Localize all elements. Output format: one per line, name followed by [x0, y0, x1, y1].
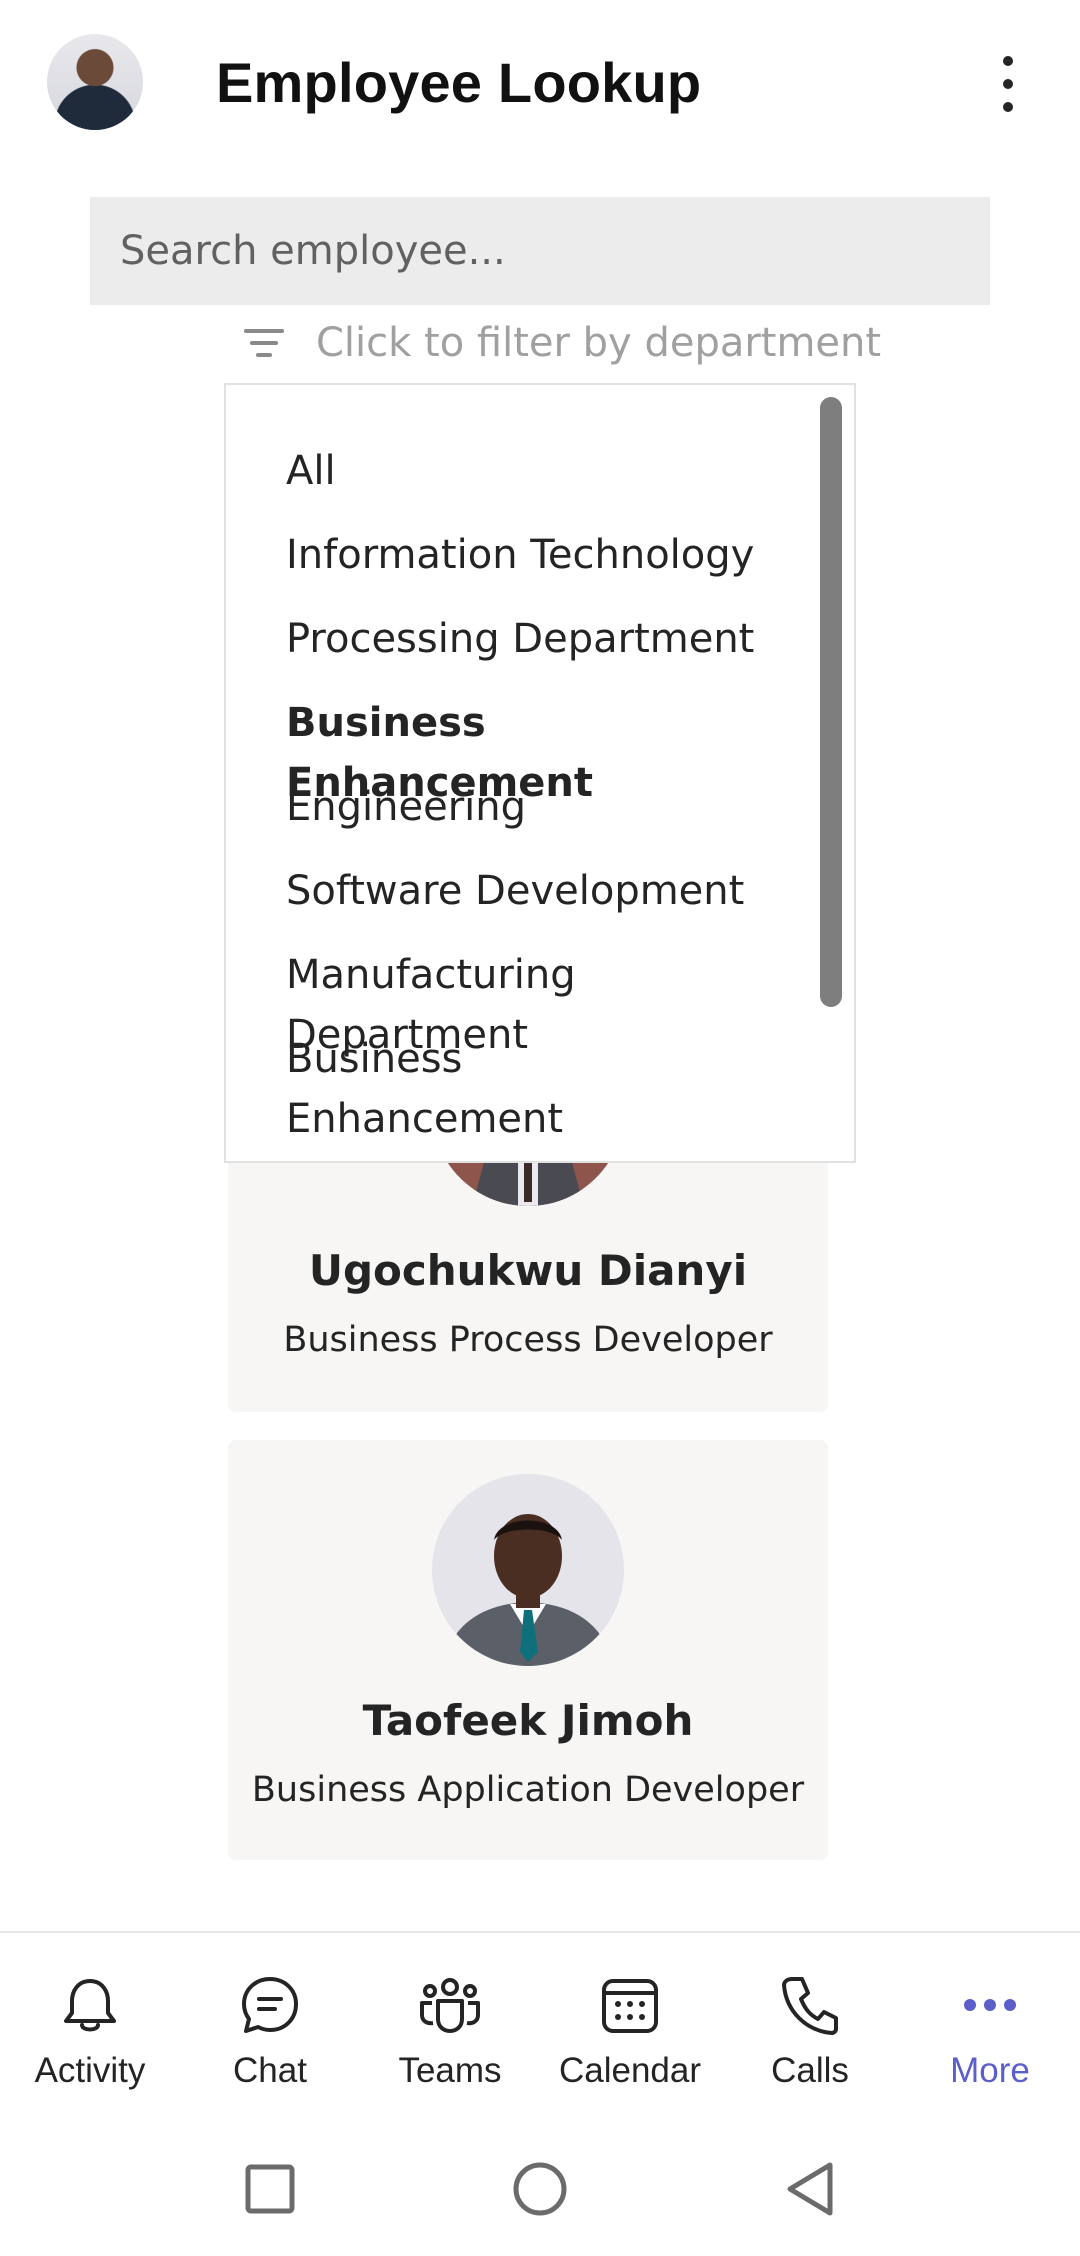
search-input[interactable] — [90, 197, 990, 305]
page-title: Employee Lookup — [216, 51, 702, 114]
recents-icon[interactable] — [240, 2159, 300, 2219]
phone-icon — [782, 1977, 838, 2035]
nav-item-more[interactable]: More — [900, 1973, 1080, 2091]
dropdown-option-engineering[interactable]: Engineering — [286, 777, 806, 837]
chat-icon — [242, 1977, 298, 2033]
nav-label: More — [950, 2051, 1030, 2090]
nav-item-teams[interactable]: Teams — [360, 1973, 540, 2091]
nav-label: Activity — [34, 2051, 146, 2090]
department-filter[interactable]: Click to filter by department — [240, 315, 881, 371]
system-nav — [0, 2123, 1080, 2256]
bell-icon — [64, 1979, 116, 2032]
employee-avatar — [432, 1474, 624, 1666]
employee-name: Ugochukwu Dianyi — [308, 1246, 748, 1295]
nav-item-calendar[interactable]: Calendar — [540, 1973, 720, 2091]
employee-card[interactable]: Taofeek Jimoh Business Application Devel… — [228, 1440, 828, 1860]
bottom-nav: Activity Chat Teams Calendar Calls More — [0, 1931, 1080, 2125]
nav-label: Calendar — [558, 2051, 702, 2090]
employee-role: Business Process Developer — [283, 1320, 773, 1360]
home-icon[interactable] — [510, 2159, 570, 2219]
back-icon[interactable] — [780, 2159, 840, 2219]
dropdown-option-information-technology[interactable]: Information Technology — [286, 525, 806, 585]
more-options-icon[interactable] — [990, 56, 1026, 112]
user-avatar[interactable] — [47, 34, 143, 130]
teams-icon — [420, 1978, 480, 2033]
dropdown-option-processing-department[interactable]: Processing Department — [286, 609, 806, 669]
nav-label: Calls — [771, 2051, 849, 2090]
employee-role: Business Application Developer — [251, 1770, 805, 1810]
nav-label: Chat — [233, 2051, 307, 2090]
nav-item-calls[interactable]: Calls — [720, 1973, 900, 2091]
dropdown-option-business-enhancement-department[interactable]: Business Enhancement Department — [286, 1029, 726, 1161]
calendar-icon — [602, 1979, 658, 2033]
filter-label: Click to filter by department — [316, 320, 882, 366]
filter-icon — [240, 323, 288, 363]
dropdown-option-software-development[interactable]: Software Development — [286, 861, 806, 921]
nav-item-chat[interactable]: Chat — [180, 1973, 360, 2091]
employee-name: Taofeek Jimoh — [362, 1696, 694, 1745]
nav-item-activity[interactable]: Activity — [0, 1973, 180, 2091]
more-icon — [964, 1999, 1016, 2011]
dropdown-option-all[interactable]: All — [286, 441, 806, 501]
department-dropdown[interactable]: All Information Technology Processing De… — [224, 383, 856, 1163]
dropdown-scrollbar[interactable] — [820, 397, 842, 1007]
nav-label: Teams — [398, 2051, 502, 2090]
